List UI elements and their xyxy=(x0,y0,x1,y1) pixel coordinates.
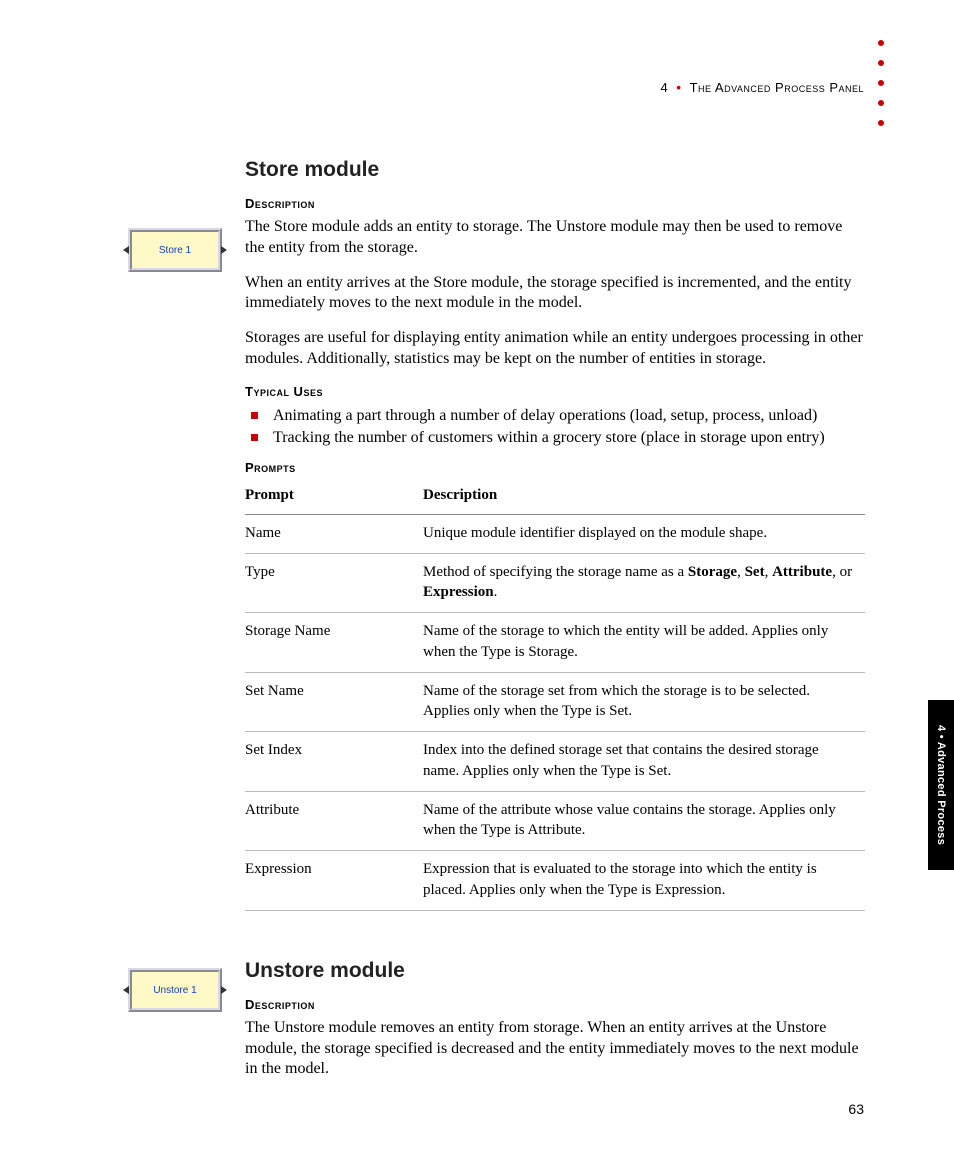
cell-prompt: Set Name xyxy=(245,672,423,732)
cell-desc: Name of the storage set from which the s… xyxy=(423,672,865,732)
store-p2: When an entity arrives at the Store modu… xyxy=(245,273,865,315)
store-icon-label: Store 1 xyxy=(159,245,191,256)
unstore-p1: The Unstore module removes an entity fro… xyxy=(245,1018,865,1080)
th-prompt: Prompt xyxy=(245,481,423,515)
cell-desc: Method of specifying the storage name as… xyxy=(423,553,865,613)
store-title: Store module xyxy=(245,158,865,182)
cell-desc: Unique module identifier displayed on th… xyxy=(423,514,865,553)
cell-prompt: Expression xyxy=(245,851,423,911)
page: 4 • The Advanced Process Panel Store 1 U… xyxy=(0,0,954,1163)
unstore-module-icon: Unstore 1 xyxy=(128,968,222,1012)
cell-prompt: Type xyxy=(245,553,423,613)
store-p3: Storages are useful for displaying entit… xyxy=(245,328,865,370)
table-row: Name Unique module identifier displayed … xyxy=(245,514,865,553)
unstore-desc-head: Description xyxy=(245,997,865,1012)
cell-desc: Expression that is evaluated to the stor… xyxy=(423,851,865,911)
list-item: Animating a part through a number of del… xyxy=(245,405,865,427)
cell-desc: Name of the storage to which the entity … xyxy=(423,613,865,673)
cell-prompt: Name xyxy=(245,514,423,553)
store-prompts-head: Prompts xyxy=(245,460,865,475)
store-module-icon: Store 1 xyxy=(128,228,222,272)
cell-desc: Index into the defined storage set that … xyxy=(423,732,865,792)
cell-desc: Name of the attribute whose value contai… xyxy=(423,791,865,851)
th-desc: Description xyxy=(423,481,865,515)
store-desc-head: Description xyxy=(245,196,865,211)
cell-prompt: Set Index xyxy=(245,732,423,792)
chapter-number: 4 xyxy=(661,80,669,95)
table-row: Storage Name Name of the storage to whic… xyxy=(245,613,865,673)
store-uses-head: Typical Uses xyxy=(245,384,865,399)
list-item: Tracking the number of customers within … xyxy=(245,427,865,449)
store-p1: The Store module adds an entity to stora… xyxy=(245,217,865,259)
bullet-icon: • xyxy=(676,80,681,95)
unstore-title: Unstore module xyxy=(245,959,865,983)
unstore-icon-label: Unstore 1 xyxy=(153,985,196,996)
cell-prompt: Attribute xyxy=(245,791,423,851)
store-uses-list: Animating a part through a number of del… xyxy=(245,405,865,450)
prompts-table: Prompt Description Name Unique module id… xyxy=(245,481,865,911)
table-row: Expression Expression that is evaluated … xyxy=(245,851,865,911)
table-row: Type Method of specifying the storage na… xyxy=(245,553,865,613)
chapter-title: The Advanced Process Panel xyxy=(690,80,864,95)
table-row: Set Name Name of the storage set from wh… xyxy=(245,672,865,732)
page-header: 4 • The Advanced Process Panel xyxy=(661,80,864,95)
page-number: 63 xyxy=(848,1101,864,1117)
unstore-section: Unstore module Description The Unstore m… xyxy=(245,959,865,1080)
main-content: Store module Description The Store modul… xyxy=(245,158,865,1094)
cell-prompt: Storage Name xyxy=(245,613,423,673)
table-row: Set Index Index into the defined storage… xyxy=(245,732,865,792)
side-tab: 4 • Advanced Process xyxy=(928,700,954,870)
table-row: Attribute Name of the attribute whose va… xyxy=(245,791,865,851)
decorative-dots xyxy=(878,40,884,126)
